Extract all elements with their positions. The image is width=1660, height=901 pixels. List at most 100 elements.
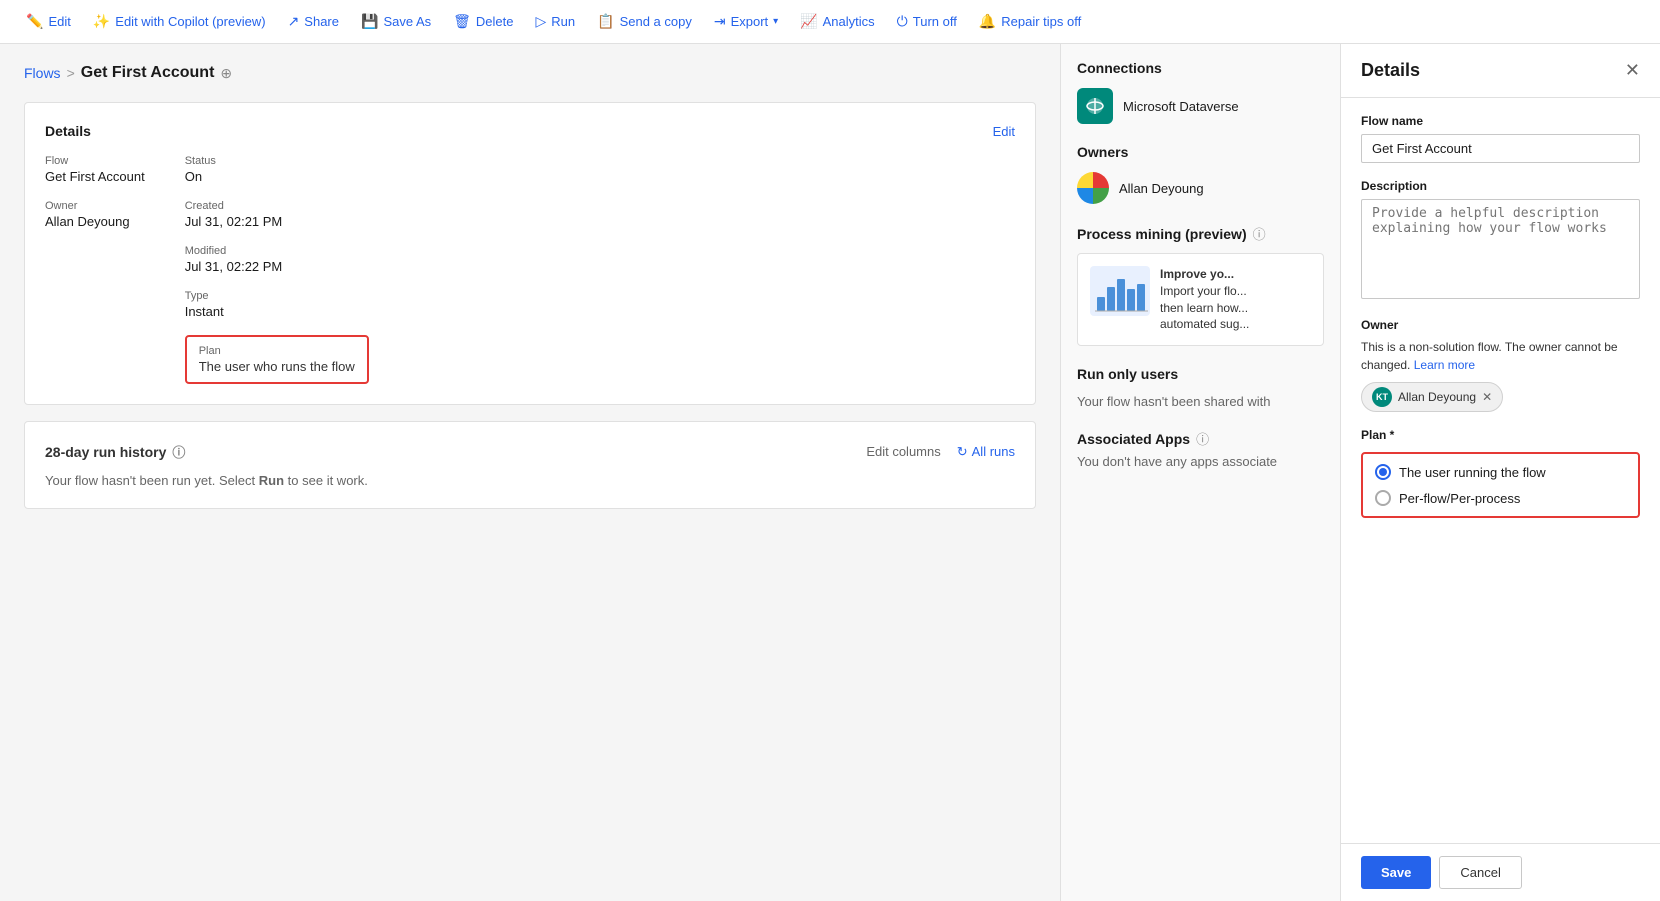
run-history-header: 28-day run history ⓘ Edit columns ↻ All … — [45, 442, 1015, 461]
owner-detail-item: Owner Allan Deyoung — [45, 200, 145, 229]
run-only-section: Run only users Your flow hasn't been sha… — [1077, 366, 1324, 409]
associated-apps-info-icon[interactable]: ⓘ — [1196, 429, 1209, 448]
run-history-title-text: 28-day run history — [45, 444, 166, 460]
plan-radio-1[interactable] — [1375, 464, 1391, 480]
plan-option-2[interactable]: Per-flow/Per-process — [1375, 490, 1626, 506]
edit-button[interactable]: ✏️ Edit — [16, 7, 81, 36]
breadcrumb-current-flow: Get First Account — [81, 64, 215, 82]
plan-radio-2[interactable] — [1375, 490, 1391, 506]
run-history-title-group: 28-day run history ⓘ — [45, 442, 185, 461]
details-edit-button[interactable]: Edit — [993, 124, 1015, 139]
owner-tag-close-button[interactable]: ✕ — [1482, 390, 1492, 404]
run-only-title: Run only users — [1077, 366, 1324, 382]
flow-detail-item: Flow Get First Account — [45, 155, 145, 184]
details-panel-body: Flow name Description Owner This is a no… — [1341, 98, 1660, 843]
owner-learn-more-link[interactable]: Learn more — [1414, 358, 1475, 372]
details-panel-title: Details — [1361, 60, 1420, 81]
analytics-icon: 📈 — [800, 13, 817, 30]
process-mining-section: Process mining (preview) ⓘ Improve yo... — [1077, 224, 1324, 346]
flow-name-group: Flow name — [1361, 114, 1640, 163]
breadcrumb-flows-link[interactable]: Flows — [24, 65, 61, 81]
plan-options-box: The user running the flow Per-flow/Per-p… — [1361, 452, 1640, 518]
export-chevron-icon: ▾ — [773, 16, 778, 27]
flow-value: Get First Account — [45, 169, 145, 184]
modified-label: Modified — [185, 245, 369, 257]
send-copy-button[interactable]: 📋 Send a copy — [587, 7, 702, 36]
owners-section: Owners Allan Deyoung — [1077, 144, 1324, 204]
connection-item: Microsoft Dataverse — [1077, 88, 1324, 124]
all-runs-button[interactable]: ↻ All runs — [957, 444, 1015, 460]
export-icon: ⇥ — [714, 13, 726, 30]
created-label: Created — [185, 200, 369, 212]
connection-name: Microsoft Dataverse — [1123, 99, 1239, 114]
delete-icon: 🗑 — [453, 13, 471, 30]
edit-copilot-button[interactable]: ✨ Edit with Copilot (preview) — [83, 7, 276, 36]
save-button[interactable]: Save — [1361, 856, 1431, 889]
run-icon: ▷ — [536, 13, 547, 30]
type-value: Instant — [185, 304, 369, 319]
run-button[interactable]: ▷ Run — [526, 7, 586, 36]
associated-apps-empty: You don't have any apps associate — [1077, 454, 1324, 469]
breadcrumb-separator: > — [67, 65, 75, 81]
plan-group: Plan * The user running the flow Per-flo… — [1361, 428, 1640, 518]
right-panel: Connections Microsoft Dataverse Owners A… — [1060, 44, 1340, 901]
description-textarea[interactable] — [1361, 199, 1640, 299]
flow-name-input[interactable] — [1361, 134, 1640, 163]
owner-avatar — [1077, 172, 1109, 204]
repair-tips-button[interactable]: 🔔 Repair tips off — [969, 7, 1091, 36]
cancel-button[interactable]: Cancel — [1439, 856, 1521, 889]
process-mining-title: Process mining (preview) — [1077, 226, 1247, 242]
owner-tag: KT Allan Deyoung ✕ — [1361, 382, 1503, 412]
description-group: Description — [1361, 179, 1640, 302]
run-history-empty: Your flow hasn't been run yet. Select Ru… — [45, 473, 1015, 488]
details-panel-close-button[interactable]: ✕ — [1625, 60, 1640, 81]
plan-form-label: Plan * — [1361, 428, 1640, 442]
type-label: Type — [185, 290, 369, 302]
owner-tag-avatar: KT — [1372, 387, 1392, 407]
process-mining-text: Improve yo... Import your flo... then le… — [1160, 266, 1249, 333]
owner-description: This is a non-solution flow. The owner c… — [1361, 338, 1640, 374]
details-col-left: Flow Get First Account Owner Allan Deyou… — [45, 155, 145, 384]
edit-icon: ✏️ — [26, 13, 43, 30]
owner-item: Allan Deyoung — [1077, 172, 1324, 204]
owner-form-label: Owner — [1361, 318, 1640, 332]
delete-button[interactable]: 🗑 Delete — [443, 7, 523, 36]
share-icon: ↗ — [288, 13, 300, 30]
created-detail-item: Created Jul 31, 02:21 PM — [185, 200, 369, 229]
plan-option-1-label: The user running the flow — [1399, 465, 1546, 480]
send-copy-icon: 📋 — [597, 13, 614, 30]
owner-label: Owner — [45, 200, 145, 212]
modified-value: Jul 31, 02:22 PM — [185, 259, 369, 274]
owner-tag-name: Allan Deyoung — [1398, 390, 1476, 404]
owners-title: Owners — [1077, 144, 1324, 160]
details-card: Details Edit Flow Get First Account Owne… — [24, 102, 1036, 405]
run-history-info-icon[interactable]: ⓘ — [172, 442, 185, 461]
details-card-header: Details Edit — [45, 123, 1015, 139]
globe-icon[interactable]: ⊕ — [220, 65, 232, 82]
owner-value: Allan Deyoung — [45, 214, 145, 229]
details-panel: Details ✕ Flow name Description Owner Th… — [1340, 44, 1660, 901]
export-button[interactable]: ⇥ Export ▾ — [704, 7, 788, 36]
edit-columns-button[interactable]: Edit columns — [866, 444, 940, 459]
plan-option-2-label: Per-flow/Per-process — [1399, 491, 1520, 506]
toolbar: ✏️ Edit ✨ Edit with Copilot (preview) ↗ … — [0, 0, 1660, 44]
analytics-button[interactable]: 📈 Analytics — [790, 7, 884, 36]
associated-apps-title: Associated Apps — [1077, 431, 1190, 447]
details-grid: Flow Get First Account Owner Allan Deyou… — [45, 155, 1015, 384]
process-mining-info-icon[interactable]: ⓘ — [1253, 224, 1266, 243]
details-col-right: Status On Created Jul 31, 02:21 PM Modif… — [185, 155, 369, 384]
status-detail-item: Status On — [185, 155, 369, 184]
details-card-title: Details — [45, 123, 91, 139]
description-label: Description — [1361, 179, 1640, 193]
main-layout: Flows > Get First Account ⊕ Details Edit… — [0, 44, 1660, 901]
repair-tips-icon: 🔔 — [979, 13, 996, 30]
process-mining-card: Improve yo... Import your flo... then le… — [1077, 253, 1324, 346]
plan-option-1[interactable]: The user running the flow — [1375, 464, 1626, 480]
owner-name: Allan Deyoung — [1119, 181, 1204, 196]
status-label: Status — [185, 155, 369, 167]
copilot-icon: ✨ — [93, 13, 110, 30]
center-content: Flows > Get First Account ⊕ Details Edit… — [0, 44, 1060, 901]
turn-off-button[interactable]: ⏻ Turn off — [887, 7, 967, 36]
save-as-button[interactable]: 💾 Save As — [351, 7, 441, 36]
share-button[interactable]: ↗ Share — [278, 7, 349, 36]
